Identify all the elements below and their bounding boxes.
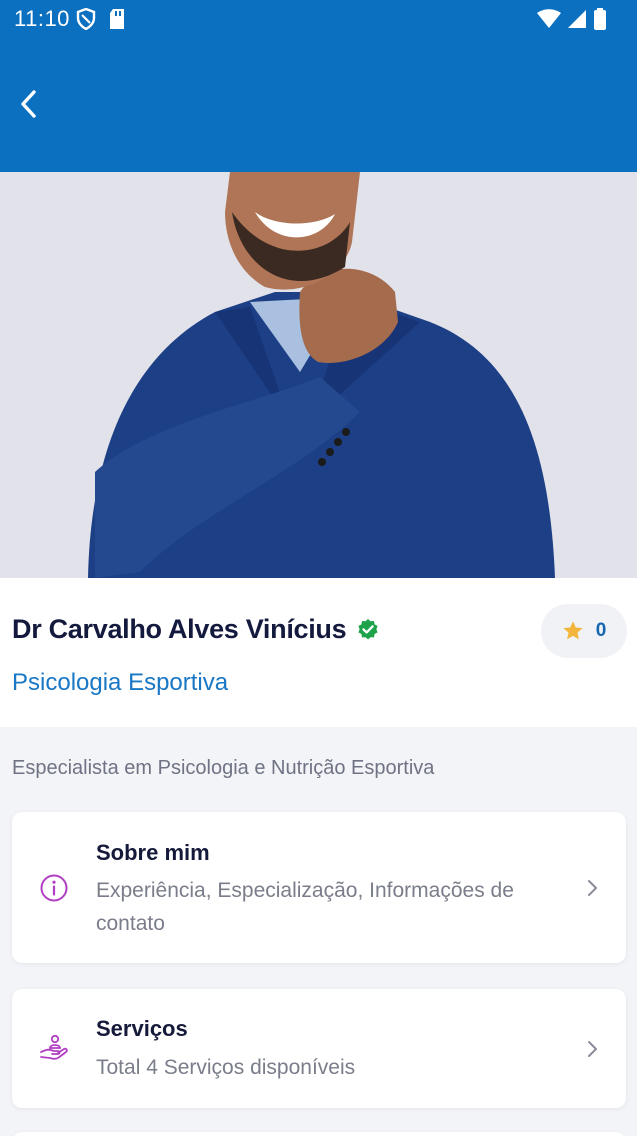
back-button[interactable] <box>8 84 48 124</box>
profile-header: Dr Carvalho Alves Vinícius Psicologia Es… <box>0 578 637 727</box>
about-me-title: Sobre mim <box>96 840 210 865</box>
app-bar <box>0 38 637 173</box>
verified-badge-icon <box>358 618 378 639</box>
services-title: Serviços <box>96 1016 188 1041</box>
status-time: 11:10 <box>14 6 70 31</box>
next-card[interactable] <box>12 1132 626 1136</box>
battery-icon <box>593 8 607 35</box>
doctor-name: Dr Carvalho Alves Vinícius <box>12 614 347 644</box>
star-icon <box>563 621 583 640</box>
services-card[interactable]: Serviços Total 4 Serviços disponíveis <box>12 989 626 1108</box>
signal-icon <box>567 9 587 34</box>
status-bar: 11:10 <box>0 0 637 38</box>
doctor-specialty: Psicologia Esportiva <box>12 669 229 696</box>
chevron-right-icon <box>588 1041 597 1057</box>
hand-service-icon <box>40 1034 68 1060</box>
doctor-description: Especialista em Psicologia e Nutrição Es… <box>12 757 435 779</box>
wifi-icon <box>537 9 561 34</box>
doctor-photo <box>0 172 637 578</box>
chevron-left-icon <box>21 90 36 118</box>
rating-badge[interactable]: 0 <box>541 604 627 658</box>
services-subtitle: Total 4 Serviços disponíveis <box>96 1056 356 1079</box>
rating-value: 0 <box>595 620 607 641</box>
about-me-card[interactable]: Sobre mim Experiência, Especialização, I… <box>12 812 626 963</box>
about-me-subtitle: Experiência, Especialização, Informações… <box>96 879 514 935</box>
info-icon <box>40 874 68 902</box>
shield-icon <box>76 7 96 35</box>
sd-card-icon <box>108 8 126 35</box>
chevron-right-icon <box>588 880 597 896</box>
